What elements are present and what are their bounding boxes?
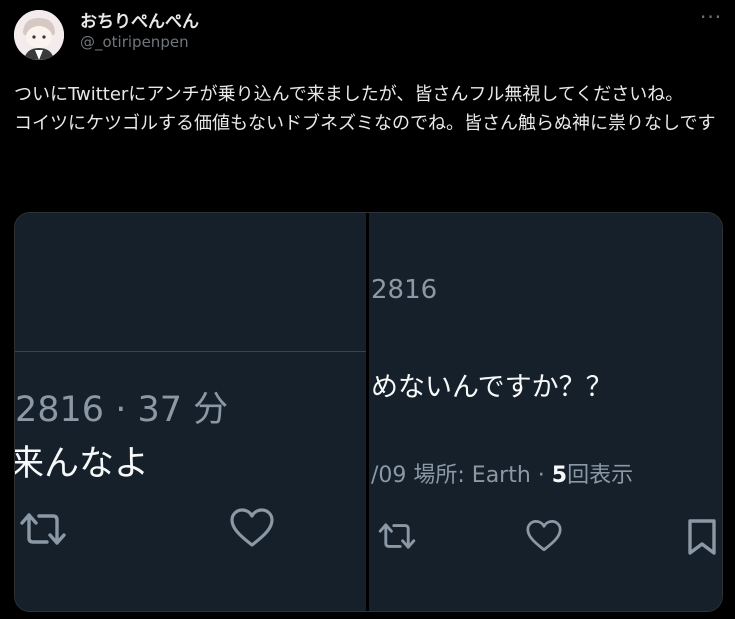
media-attachment[interactable]: 2816 · 37 分 来んなよ 2816 めないんですか？？ /09 場所: … — [14, 212, 723, 612]
more-icon[interactable]: ··· — [700, 5, 722, 29]
views-label: 回表示 — [567, 463, 634, 488]
left-body: 来んなよ — [14, 444, 150, 484]
retweet-icon — [378, 523, 416, 549]
divider-line — [15, 351, 366, 352]
bookmark-icon — [688, 519, 716, 555]
right-id: 2816 — [371, 275, 438, 305]
views-count: 5 — [551, 463, 568, 488]
avatar-illustration — [14, 10, 64, 60]
screenshot-right: 2816 めないんですか？？ /09 場所: Earth · 5回表示 — [369, 213, 722, 611]
tweet-text: ついにTwitterにアンチが乗り込んで来ましたが、皆さんフル無視してくださいね… — [14, 84, 716, 134]
left-meta: 2816 · 37 分 — [15, 390, 229, 430]
screenshot-left: 2816 · 37 分 来んなよ — [15, 213, 366, 611]
user-handle[interactable]: @_otiripenpen — [80, 33, 189, 51]
right-body: めないんですか？？ — [371, 372, 613, 403]
right-meta: /09 場所: Earth · 5回表示 — [371, 457, 633, 489]
right-meta-prefix: /09 場所: Earth · — [371, 463, 552, 488]
like-icon — [230, 508, 274, 547]
avatar[interactable] — [14, 10, 64, 60]
retweet-icon — [20, 513, 66, 545]
like-icon — [526, 520, 562, 552]
display-name[interactable]: おちりぺんぺん — [80, 7, 199, 32]
